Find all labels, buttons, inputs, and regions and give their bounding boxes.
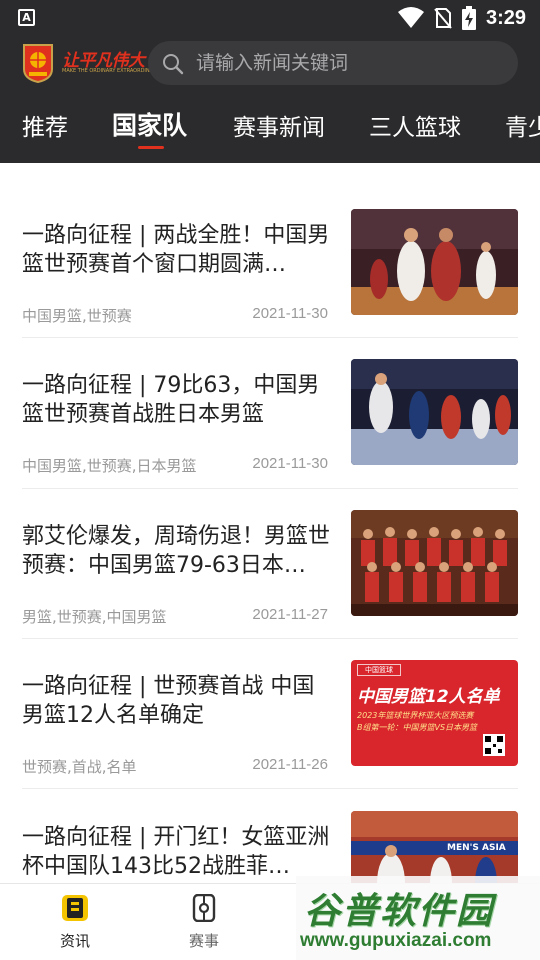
search-input[interactable] [196,41,496,85]
notification-app-icon: A [18,9,35,26]
no-sim-icon [434,8,452,29]
tab-recommend[interactable]: 推荐 [22,108,68,142]
article-thumbnail[interactable]: 中国篮球 中国男篮12人名单 2023年篮球世界杯亚大区预选赛 B组第一轮：中国… [351,660,518,766]
match-icon [192,893,216,923]
category-tabs: 推荐 国家队 赛事新闻 三人篮球 青少 [0,100,540,160]
article-thumbnail[interactable] [351,510,518,616]
article-list[interactable]: 一路向征程 | 两战全胜！中国男篮世预赛首个窗口期圆满… 中国男篮,世预赛 20… [0,163,540,883]
article-tags: 中国男篮,世预赛,日本男篮 [22,457,197,475]
divider [22,638,518,639]
status-bar: A 3:29 [0,0,540,36]
tab-national-team[interactable]: 国家队 [112,106,187,142]
thumb-subline-2: B组第一轮：中国男篮VS日本男篮 [357,723,478,732]
tab-competition-news[interactable]: 赛事新闻 [233,108,325,142]
article-date: 2021-11-27 [252,606,328,623]
divider [22,488,518,489]
article-title[interactable]: 郭艾伦爆发，周琦伤退！男篮世预赛：中国男篮79-63日本… [22,522,332,580]
divider [22,788,518,789]
status-time: 3:29 [485,6,526,29]
article-date: 2021-11-30 [252,305,328,322]
logo-slogan-english: MAKE THE ORDINARY EXTRAORDINARY [62,68,160,74]
tab-youth[interactable]: 青少 [505,108,540,142]
nav-matches[interactable]: 赛事 [164,893,244,951]
article-date: 2021-11-30 [252,455,328,472]
battery-charging-icon [461,6,476,30]
wifi-icon [397,7,424,28]
article-title[interactable]: 一路向征程 | 两战全胜！中国男篮世预赛首个窗口期圆满… [22,221,332,279]
article-item[interactable]: 一路向征程 | 两战全胜！中国男篮世预赛首个窗口期圆满… 中国男篮,世预赛 20… [0,209,540,371]
watermark-text: 谷普软件园 [304,891,495,932]
article-title[interactable]: 一路向征程 | 开门红！女篮亚洲杯中国队143比52战胜菲… [22,823,332,881]
basketball-association-emblem-icon [23,44,53,83]
article-thumbnail[interactable] [351,359,518,465]
article-thumbnail[interactable] [351,209,518,315]
article-title[interactable]: 一路向征程 | 世预赛首战 中国男篮12人名单确定 [22,672,332,730]
thumb-badge: 中国篮球 [357,664,401,676]
article-tags: 男篮,世预赛,中国男篮 [22,608,167,626]
basketball-game-photo [351,209,518,315]
nav-news[interactable]: 资讯 [35,894,115,951]
thumb-headline: 中国男篮12人名单 [357,687,500,707]
status-icons: 3:29 [397,4,526,32]
basketball-game-photo [351,359,518,465]
divider [22,337,518,338]
news-icon [62,895,88,921]
search-icon [163,54,184,75]
app-header: A 3:29 让平凡伟大 MAKE THE ORDINARY EXTRAORDI… [0,0,540,163]
tab-3x3-basketball[interactable]: 三人篮球 [369,108,461,142]
article-item[interactable]: 一路向征程 | 79比63，中国男篮世预赛首战胜日本男篮 中国男篮,世预赛,日本… [0,359,540,521]
search-bar[interactable] [148,41,518,85]
article-item[interactable]: 一路向征程 | 世预赛首战 中国男篮12人名单确定 世预赛,首战,名单 2021… [0,660,540,822]
qr-code-icon [483,734,505,756]
nav-label: 赛事 [188,932,219,950]
article-title[interactable]: 一路向征程 | 79比63，中国男篮世预赛首战胜日本男篮 [22,371,332,429]
thumb-subline-1: 2023年篮球世界杯亚大区预选赛 [357,711,474,720]
nav-label: 资讯 [59,932,90,950]
article-date: 2021-11-26 [252,756,328,773]
article-item[interactable]: 郭艾伦爆发，周琦伤退！男篮世预赛：中国男篮79-63日本… 男篮,世预赛,中国男… [0,510,540,672]
watermark-url: www.gupuxiazai.com [300,930,492,951]
app-logo[interactable]: 让平凡伟大 MAKE THE ORDINARY EXTRAORDINARY [20,42,159,84]
thumb-banner-text: MEN'S ASIA [447,843,506,853]
team-photo [351,510,518,616]
article-item[interactable]: 一路向征程 | 开门红！女篮亚洲杯中国队143比52战胜菲… MEN'S ASI… [0,811,540,883]
article-tags: 世预赛,首战,名单 [22,758,137,776]
article-tags: 中国男篮,世预赛 [22,307,132,325]
article-thumbnail[interactable]: MEN'S ASIA [351,811,518,883]
watermark: 谷普软件园 www.gupuxiazai.com [296,876,540,960]
active-tab-indicator [138,146,164,149]
